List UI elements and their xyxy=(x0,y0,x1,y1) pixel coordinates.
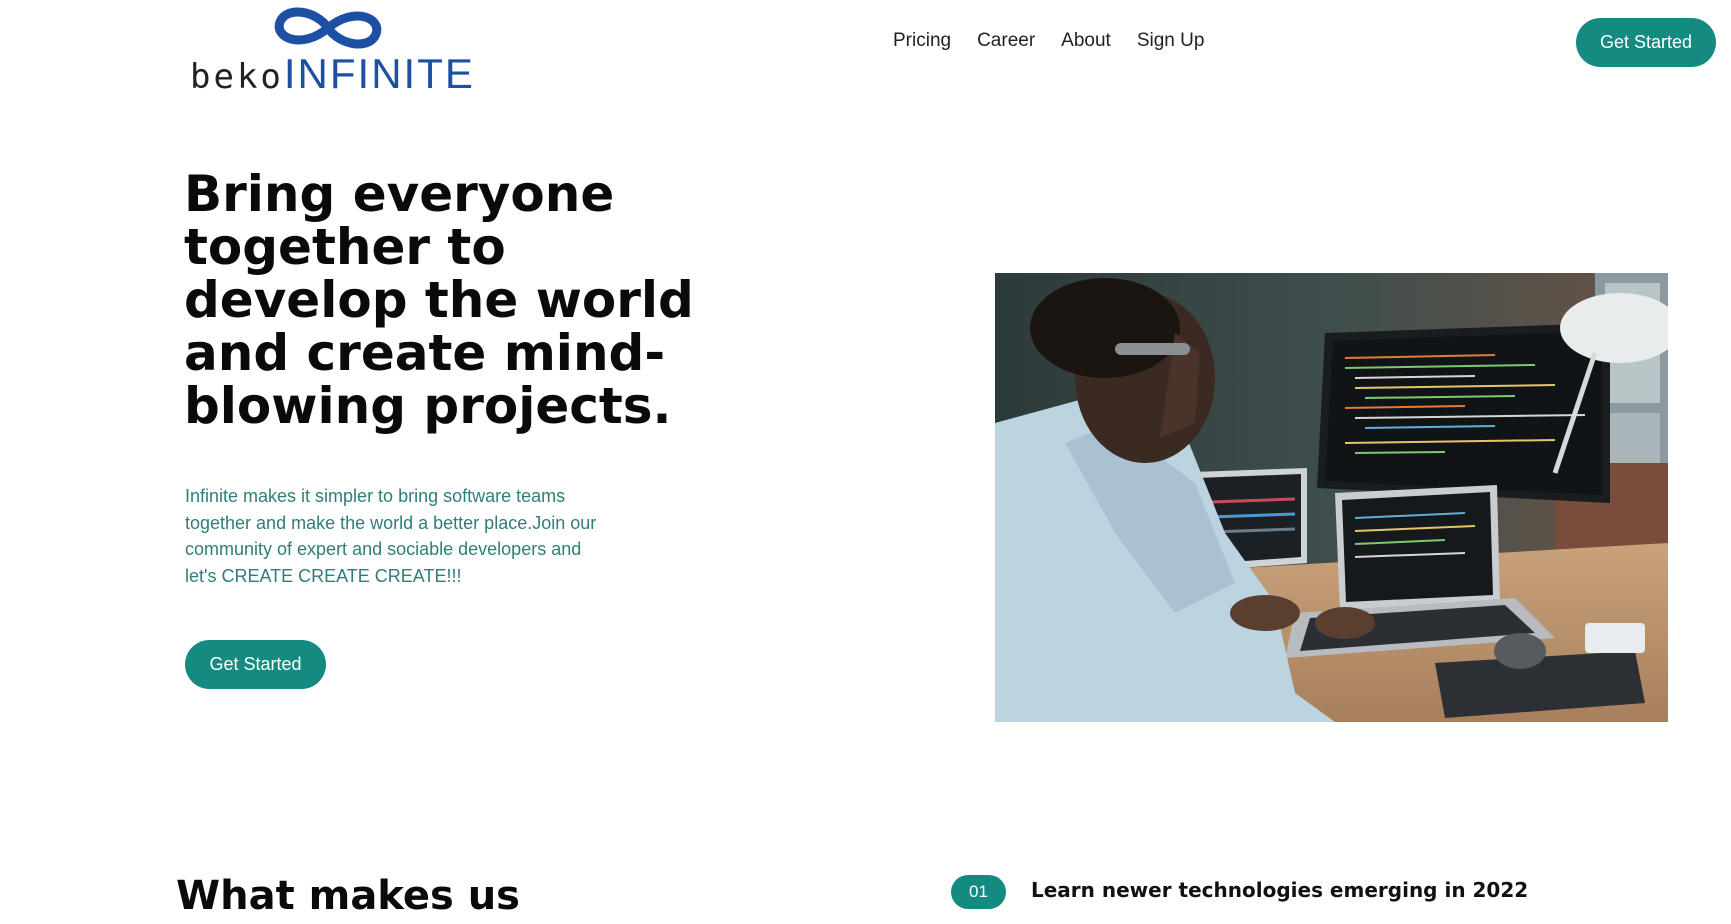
hero-get-started-button[interactable]: Get Started xyxy=(185,640,326,689)
nav-link-sign-up[interactable]: Sign Up xyxy=(1137,30,1205,52)
brand-logo[interactable]: bekoINFINITE xyxy=(190,2,510,97)
hero-image xyxy=(995,273,1668,722)
feature-title: Learn newer technologies emerging in 202… xyxy=(1031,878,1529,902)
feature-number-badge: 01 xyxy=(951,875,1006,909)
nav-link-career[interactable]: Career xyxy=(977,30,1035,52)
hero-title: Bring everyone together to develop the w… xyxy=(184,165,694,435)
logo-name: INFINITE xyxy=(283,50,475,97)
developer-at-desk-illustration xyxy=(995,273,1668,722)
infinity-icon xyxy=(274,7,382,49)
hero-description: Infinite makes it simpler to bring softw… xyxy=(185,486,597,586)
main-nav: Pricing Career About Sign Up xyxy=(893,30,1204,52)
header-get-started-button[interactable]: Get Started xyxy=(1576,18,1716,67)
features-heading: What makes us xyxy=(176,873,520,919)
logo-wordmark: bekoINFINITE xyxy=(190,50,475,98)
nav-link-about[interactable]: About xyxy=(1061,30,1111,52)
nav-link-pricing[interactable]: Pricing xyxy=(893,30,951,52)
logo-prefix: beko xyxy=(190,57,284,97)
